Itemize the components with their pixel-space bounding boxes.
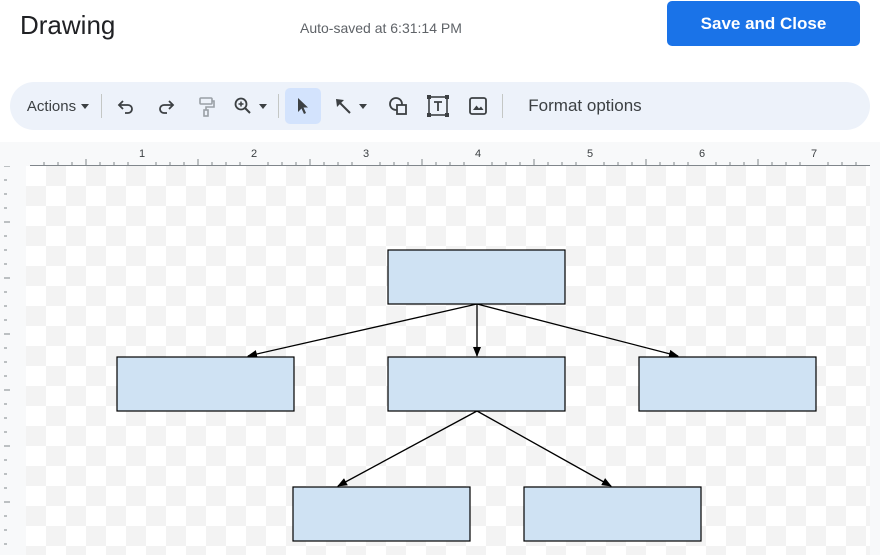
arrow-center-to-bottom-right[interactable] (476, 410, 612, 487)
format-options-label: Format options (528, 96, 642, 115)
arrow-top-to-right[interactable] (476, 303, 679, 358)
ruler-label: 2 (251, 148, 257, 160)
drawing-canvas[interactable] (26, 166, 870, 555)
box-middle-left[interactable] (116, 356, 295, 412)
actions-label: Actions (26, 97, 77, 115)
undo-icon (117, 100, 133, 114)
zoom-button[interactable] (228, 82, 274, 130)
box-bottom-left[interactable] (292, 486, 471, 542)
box-middle-center[interactable] (387, 356, 566, 412)
toolbar: Actions Format options (10, 82, 870, 130)
diagram (116, 249, 817, 542)
horizontal-ruler: 1 2 3 4 5 6 7 (0, 142, 880, 166)
drawing-header: Drawing Auto-saved at 6:31:14 PM Save an… (0, 0, 880, 70)
redo-icon (159, 100, 175, 114)
ruler-ticks (4, 165, 10, 545)
canvas-scroll-edge (870, 142, 880, 555)
line-tool-button[interactable] (328, 82, 374, 130)
shape-icon (389, 97, 407, 115)
select-button[interactable] (285, 88, 321, 124)
vertical-ruler (0, 165, 26, 555)
ruler-label: 7 (811, 148, 817, 160)
box-bottom-right[interactable] (523, 486, 702, 542)
format-options-button[interactable]: Format options (512, 82, 658, 130)
image-button[interactable] (462, 82, 494, 130)
zoom-icon (234, 97, 251, 114)
actions-menu[interactable]: Actions (24, 82, 94, 130)
shape-tool-button[interactable] (382, 82, 414, 130)
text-box-icon (427, 95, 449, 117)
ruler-label: 5 (587, 148, 593, 160)
line-icon (336, 99, 351, 114)
text-box-button[interactable] (422, 82, 454, 130)
redo-button[interactable] (150, 82, 182, 130)
paint-format-icon (199, 97, 215, 117)
zoom-dropdown-icon (259, 104, 267, 109)
toolbar-divider (101, 94, 102, 118)
toolbar-divider (502, 94, 503, 118)
box-top[interactable] (387, 249, 566, 305)
save-and-close-button[interactable]: Save and Close (667, 1, 860, 46)
arrow-top-to-left[interactable] (247, 303, 478, 358)
ruler-label: 3 (363, 148, 369, 160)
image-icon (469, 97, 487, 115)
undo-button[interactable] (110, 82, 142, 130)
select-arrow-icon (298, 98, 308, 114)
paint-format-button[interactable] (190, 82, 222, 130)
arrow-center-to-bottom-left[interactable] (337, 410, 478, 487)
drawing-title: Drawing (20, 10, 116, 40)
toolbar-divider (278, 94, 279, 118)
ruler-label: 6 (699, 148, 705, 160)
ruler-ticks: 1 2 3 4 5 6 7 (30, 148, 870, 166)
ruler-label: 4 (475, 148, 481, 160)
ruler-label: 1 (139, 148, 145, 160)
line-dropdown-icon (359, 104, 367, 109)
autosave-status: Auto-saved at 6:31:14 PM (300, 20, 462, 36)
actions-dropdown-icon (81, 104, 90, 109)
box-middle-right[interactable] (638, 356, 817, 412)
